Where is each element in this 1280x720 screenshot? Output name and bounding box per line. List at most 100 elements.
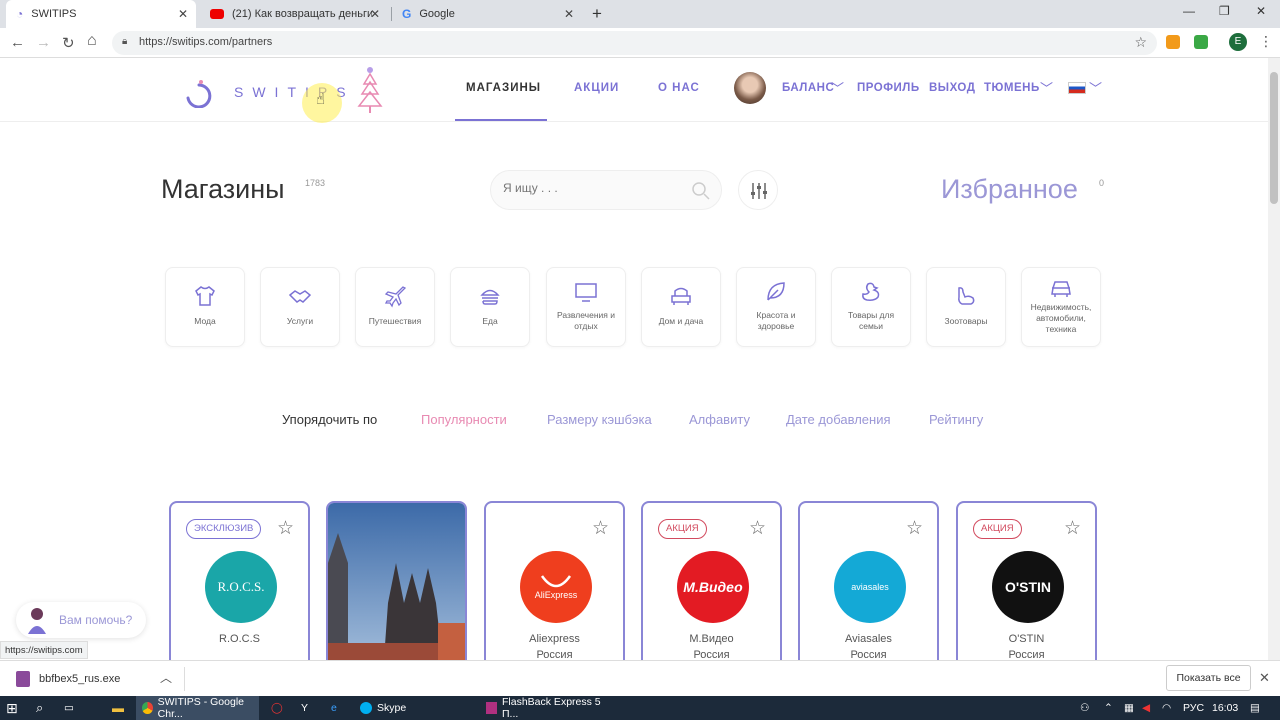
- monitor-icon: [575, 283, 597, 302]
- search-icon[interactable]: ⌕: [36, 696, 43, 720]
- plane-icon: [384, 286, 407, 308]
- back-icon[interactable]: ←: [10, 34, 25, 51]
- profile-avatar-icon[interactable]: E: [1229, 33, 1247, 51]
- close-tab-icon[interactable]: ✕: [370, 7, 380, 21]
- tab-youtube[interactable]: (21) Как возвращать деньги с с ✕: [200, 0, 388, 28]
- opera-icon[interactable]: ◯: [271, 696, 283, 720]
- russia-flag-icon[interactable]: [1068, 82, 1086, 94]
- language-indicator[interactable]: РУС: [1183, 696, 1204, 720]
- yandex-icon[interactable]: Y: [301, 696, 308, 720]
- reload-icon[interactable]: ↻: [62, 34, 75, 52]
- people-icon[interactable]: ⚇: [1080, 696, 1089, 720]
- home-icon[interactable]: ⌂: [87, 32, 97, 50]
- store-card-aliexpress[interactable]: ☆ AliExpress Aliexpress Россия: [484, 501, 625, 671]
- logout-link[interactable]: ВЫХОД: [929, 82, 975, 94]
- favorite-star-icon[interactable]: ☆: [277, 517, 294, 540]
- search-box[interactable]: [490, 170, 722, 210]
- category-home[interactable]: Дом и дача: [641, 267, 721, 347]
- taskbar-skype[interactable]: Skype: [352, 696, 467, 720]
- bookmark-star-icon[interactable]: ☆: [1134, 34, 1147, 51]
- store-card-aviasales[interactable]: ☆ aviasales Aviasales Россия: [798, 501, 939, 671]
- tab-google[interactable]: G Google ✕: [392, 0, 582, 28]
- sort-option-rating[interactable]: Рейтингу: [929, 412, 983, 427]
- favorite-star-icon[interactable]: ☆: [1064, 517, 1081, 540]
- store-card-rocs[interactable]: ЭКСКЛЮЗИВ ☆ R.O.C.S. R.O.C.S: [169, 501, 310, 671]
- scrollbar[interactable]: [1268, 58, 1280, 660]
- favorite-star-icon[interactable]: ☆: [749, 517, 766, 540]
- edge-icon[interactable]: e: [331, 696, 337, 720]
- nav-shops[interactable]: МАГАЗИНЫ: [466, 82, 541, 94]
- download-filename[interactable]: bbfbex5_rus.exe: [39, 673, 120, 685]
- filter-button[interactable]: [738, 170, 778, 210]
- antivirus-icon[interactable]: ◀: [1142, 696, 1150, 720]
- extension-icon[interactable]: [1194, 35, 1208, 49]
- category-realty[interactable]: Недвижимость, автомобили, техника: [1021, 267, 1101, 347]
- scrollbar-thumb[interactable]: [1270, 72, 1278, 204]
- lock-icon: 🔒︎: [122, 36, 128, 47]
- sort-option-date[interactable]: Дате добавления: [786, 412, 891, 427]
- nav-promos[interactable]: АКЦИИ: [574, 82, 619, 94]
- category-label: Мода: [194, 316, 216, 326]
- store-card-mvideo[interactable]: АКЦИЯ ☆ М.Видео М.Видео Россия: [641, 501, 782, 671]
- store-card-promo-banner[interactable]: [326, 501, 467, 671]
- extension-icon[interactable]: [1166, 35, 1180, 49]
- balance-menu[interactable]: БАЛАНС: [782, 82, 834, 94]
- sort-option-popularity[interactable]: Популярности: [421, 412, 507, 427]
- favorites-link[interactable]: Избранное: [941, 174, 1078, 205]
- chevron-down-icon[interactable]: ﹀: [1040, 78, 1053, 97]
- new-tab-icon[interactable]: +: [592, 4, 602, 24]
- tab-switips[interactable]: ◔ SWITIPS ✕: [6, 0, 196, 28]
- close-tab-icon[interactable]: ✕: [178, 7, 188, 21]
- city-selector[interactable]: ТЮМЕНЬ: [984, 82, 1040, 94]
- category-entertainment[interactable]: Развлечения и отдых: [546, 267, 626, 347]
- nav-about[interactable]: О НАС: [658, 82, 700, 94]
- profile-link[interactable]: ПРОФИЛЬ: [857, 82, 920, 94]
- favorite-star-icon[interactable]: ☆: [592, 517, 609, 540]
- close-downloads-icon[interactable]: ✕: [1259, 670, 1270, 686]
- help-chat-widget[interactable]: Вам помочь?: [16, 602, 146, 638]
- store-name: Aliexpress: [529, 633, 580, 645]
- category-fashion[interactable]: Мода: [165, 267, 245, 347]
- sort-option-cashback[interactable]: Размеру кэшбэка: [547, 412, 652, 427]
- file-explorer-icon[interactable]: ▬: [112, 696, 124, 720]
- window-close-icon[interactable]: ✕: [1256, 4, 1266, 18]
- category-beauty[interactable]: Красота и здоровье: [736, 267, 816, 347]
- windows-start-icon[interactable]: ⊞: [6, 696, 18, 720]
- switips-logo-icon[interactable]: [180, 76, 220, 108]
- search-input[interactable]: [503, 181, 683, 195]
- store-name: O'STIN: [1008, 633, 1045, 645]
- switips-favicon: ◔: [16, 7, 24, 21]
- notifications-icon[interactable]: ▤: [1250, 696, 1260, 720]
- favorite-star-icon[interactable]: ☆: [906, 517, 923, 540]
- tab-title: SWITIPS: [31, 8, 77, 20]
- sort-option-alphabet[interactable]: Алфавиту: [689, 412, 750, 427]
- store-card-ostin[interactable]: АКЦИЯ ☆ O'STIN O'STIN Россия: [956, 501, 1097, 671]
- windows-taskbar: ⊞ ⌕ ▭ ▬ SWITIPS - Google Chr... ◯ Y e Sk…: [0, 696, 1280, 720]
- exe-file-icon: [16, 671, 30, 687]
- wifi-icon[interactable]: ◠: [1162, 696, 1171, 720]
- clock[interactable]: 16:03: [1212, 696, 1238, 720]
- category-travel[interactable]: Путешествия: [355, 267, 435, 347]
- category-family[interactable]: Товары для семьи: [831, 267, 911, 347]
- restore-icon[interactable]: ❐: [1219, 4, 1230, 18]
- taskbar-flashback[interactable]: FlashBack Express 5 П...: [480, 696, 610, 720]
- tray-chevron-icon[interactable]: ⌃: [1104, 696, 1113, 720]
- forward-icon[interactable]: →: [36, 34, 51, 51]
- chevron-up-icon[interactable]: ︿: [160, 669, 172, 686]
- chevron-down-icon[interactable]: ﹀: [1089, 78, 1102, 97]
- user-avatar[interactable]: [734, 72, 766, 104]
- url-text: https://switips.com/partners: [139, 36, 273, 48]
- chevron-down-icon[interactable]: ﹀: [831, 78, 844, 97]
- taskbar-chrome[interactable]: SWITIPS - Google Chr...: [136, 696, 259, 720]
- minimize-icon[interactable]: —: [1183, 4, 1195, 18]
- search-icon[interactable]: [691, 181, 711, 201]
- category-pets[interactable]: Зоотовары: [926, 267, 1006, 347]
- category-services[interactable]: Услуги: [260, 267, 340, 347]
- task-view-icon[interactable]: ▭: [64, 696, 74, 720]
- close-tab-icon[interactable]: ✕: [564, 7, 574, 21]
- network-icon[interactable]: ▦: [1124, 696, 1134, 720]
- menu-icon[interactable]: ⋮: [1259, 33, 1273, 50]
- omnibox[interactable]: 🔒︎ https://switips.com/partners ☆: [112, 31, 1157, 55]
- category-food[interactable]: Еда: [450, 267, 530, 347]
- show-all-downloads-button[interactable]: Показать все: [1166, 665, 1251, 691]
